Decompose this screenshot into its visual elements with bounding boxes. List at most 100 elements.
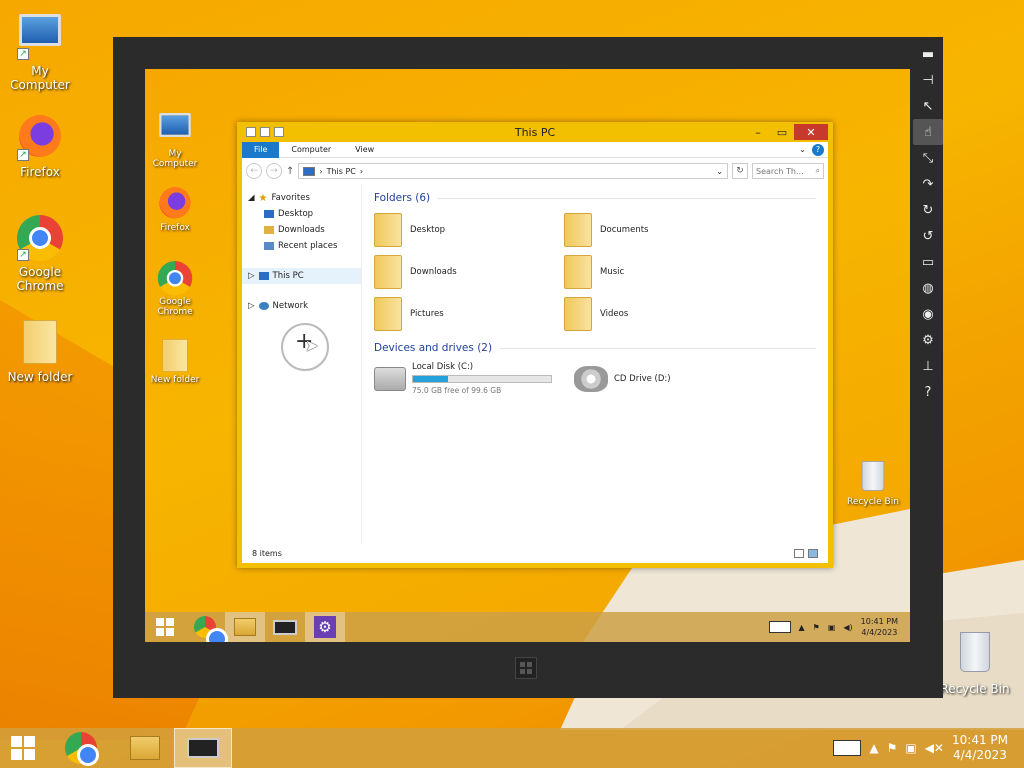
remote-start-button[interactable]: [145, 612, 185, 642]
title-bar[interactable]: This PC – ▭ ✕: [242, 122, 828, 142]
volume-icon[interactable]: ◀): [843, 623, 852, 632]
nav-item-recent-places[interactable]: Recent places: [242, 238, 361, 254]
taskbar-remote-viewer[interactable]: [174, 728, 232, 768]
up-button[interactable]: ↑: [286, 166, 294, 177]
nav-item-network[interactable]: ▷ Network: [242, 298, 361, 314]
clock[interactable]: 10:41 PM 4/4/2023: [952, 733, 1008, 763]
forward-button[interactable]: →: [266, 163, 282, 179]
flag-icon[interactable]: ⚑: [887, 741, 898, 755]
minimize-button[interactable]: –: [746, 124, 770, 140]
nav-item-downloads[interactable]: Downloads: [242, 222, 361, 238]
desktop-icon-chrome[interactable]: ↗ Google Chrome: [0, 215, 80, 293]
mouse-pointer-icon: ➤: [305, 336, 319, 355]
network-icon[interactable]: ▣: [828, 623, 836, 632]
remote-screen[interactable]: My Computer Firefox Google Chrome New fo…: [145, 69, 910, 642]
hand-icon[interactable]: ☝: [913, 119, 943, 145]
computer-icon: ↗: [17, 14, 63, 60]
desktop-icon-my-computer[interactable]: ↗ My Computer: [0, 10, 80, 92]
remote-desktop-icon-new-folder[interactable]: New folder: [145, 339, 205, 385]
tab-computer[interactable]: Computer: [279, 142, 343, 158]
expand-arrow-icon[interactable]: ▷: [248, 301, 255, 311]
resize-icon[interactable]: ⤡: [913, 145, 943, 171]
address-bar[interactable]: › This PC › ⌄: [298, 163, 728, 179]
maximize-button[interactable]: ▭: [770, 124, 794, 140]
folder-desktop[interactable]: Desktop: [374, 212, 564, 248]
folder-videos[interactable]: Videos: [564, 296, 754, 332]
close-button[interactable]: ✕: [794, 124, 828, 140]
rotate-icon[interactable]: ↷: [913, 171, 943, 197]
drive-cd[interactable]: CD Drive (D:): [574, 362, 764, 395]
volume-muted-icon[interactable]: ◀✕: [925, 741, 944, 755]
expand-ribbon-icon[interactable]: ⌄: [799, 145, 806, 154]
pin-icon[interactable]: ⊣: [913, 67, 943, 93]
large-icons-view-icon[interactable]: [808, 548, 818, 558]
desktop-icon-new-folder[interactable]: New folder: [0, 320, 80, 384]
start-button[interactable]: [0, 728, 46, 768]
folder-pictures[interactable]: Pictures: [374, 296, 564, 332]
new-folder-icon[interactable]: [260, 127, 270, 137]
globe-icon[interactable]: ◍: [913, 275, 943, 301]
folder-documents[interactable]: Documents: [564, 212, 754, 248]
remote-desktop-icon-chrome[interactable]: Google Chrome: [145, 261, 205, 317]
refresh-button[interactable]: ↻: [732, 163, 748, 179]
nav-item-desktop[interactable]: Desktop: [242, 206, 361, 222]
back-button[interactable]: ←: [246, 163, 262, 179]
details-view-icon[interactable]: [794, 548, 804, 558]
nav-item-this-pc[interactable]: ▷ This PC: [242, 268, 361, 284]
remote-desktop-icon-my-computer[interactable]: My Computer: [145, 109, 205, 169]
keyboard-icon[interactable]: [833, 740, 862, 756]
drive-local-disk[interactable]: Local Disk (C:) 75.0 GB free of 99.6 GB: [374, 362, 564, 395]
properties-icon[interactable]: [246, 127, 256, 137]
remote-clock[interactable]: 10:41 PM 4/4/2023: [861, 616, 898, 638]
monitor-icon[interactable]: ▭: [913, 249, 943, 275]
remote-desktop-icon-recycle-bin[interactable]: Recycle Bin: [843, 461, 903, 507]
settings-icon[interactable]: ⚙: [913, 327, 943, 353]
expand-arrow-icon[interactable]: ◢: [248, 193, 255, 203]
devices-group-title[interactable]: Devices and drives (2): [374, 340, 816, 356]
network-icon[interactable]: ▣: [905, 741, 916, 755]
tab-view[interactable]: View: [343, 142, 386, 158]
folder-downloads[interactable]: Downloads: [374, 254, 564, 290]
folders-group-title[interactable]: Folders (6): [374, 190, 816, 206]
customize-icon[interactable]: [274, 127, 284, 137]
remote-viewer-window[interactable]: My Computer Firefox Google Chrome New fo…: [113, 37, 943, 698]
desktop-icon-firefox[interactable]: ↗ Firefox: [0, 115, 80, 179]
nav-item-favorites[interactable]: ◢ ★ Favorites: [242, 190, 361, 206]
flag-icon[interactable]: ⚑: [813, 623, 820, 632]
nav-label: Network: [272, 301, 309, 311]
desktop-icon-recycle-bin[interactable]: Recycle Bin: [935, 632, 1015, 696]
show-hidden-icons-icon[interactable]: ▲: [869, 741, 878, 755]
refresh-ccw-icon[interactable]: ↺: [913, 223, 943, 249]
expand-arrow-icon[interactable]: ▷: [248, 271, 255, 281]
quick-access-toolbar[interactable]: [242, 127, 284, 137]
folder-label: Pictures: [410, 309, 444, 319]
nav-label: This PC: [272, 271, 304, 281]
nav-label: Recent places: [278, 241, 338, 251]
show-hidden-icons-icon[interactable]: ▲: [799, 623, 805, 632]
taskbar-chrome[interactable]: [46, 728, 116, 768]
camera-icon[interactable]: ◉: [913, 301, 943, 327]
usb-icon[interactable]: ⊥: [913, 353, 943, 379]
remote-taskbar-chrome[interactable]: [185, 612, 228, 642]
folder-label: Videos: [600, 309, 629, 319]
windows-logo-icon: [11, 736, 35, 760]
remote-windows-key-button[interactable]: [515, 657, 537, 679]
pointer-icon[interactable]: ↖: [913, 93, 943, 119]
keyboard-icon[interactable]: [768, 621, 791, 633]
remote-taskbar-explorer[interactable]: [225, 612, 265, 642]
taskbar-file-explorer[interactable]: [116, 728, 174, 768]
help-icon[interactable]: ?: [913, 379, 943, 405]
minimize-icon[interactable]: ▬: [913, 41, 943, 67]
breadcrumb-this-pc[interactable]: This PC: [327, 167, 356, 176]
refresh-cw-icon[interactable]: ↻: [913, 197, 943, 223]
status-bar: 8 items: [242, 543, 828, 563]
tab-file[interactable]: File: [242, 141, 280, 158]
remote-taskbar-rdp[interactable]: [265, 612, 305, 642]
remote-desktop-icon-firefox[interactable]: Firefox: [145, 187, 205, 233]
network-icon: [258, 302, 269, 310]
address-dropdown-icon[interactable]: ⌄: [716, 167, 723, 176]
help-icon[interactable]: ?: [812, 143, 824, 156]
remote-taskbar-settings[interactable]: ⚙: [305, 612, 345, 642]
folder-music[interactable]: Music: [564, 254, 754, 290]
search-input[interactable]: Search Th... ⌕: [752, 163, 824, 179]
